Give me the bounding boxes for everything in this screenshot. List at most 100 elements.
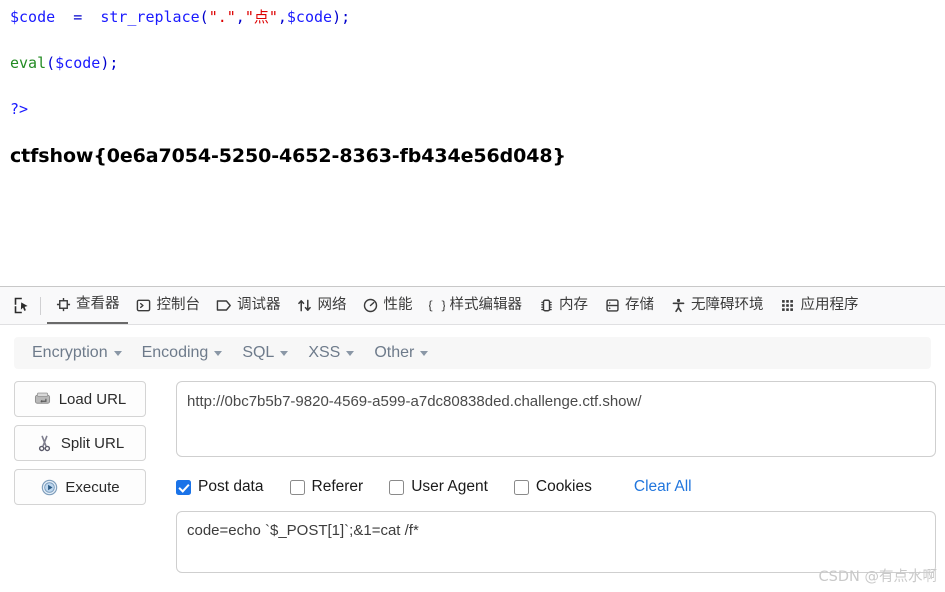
- chevron-down-icon: [420, 350, 429, 356]
- clear-all-link[interactable]: Clear All: [634, 478, 692, 496]
- url-input[interactable]: [176, 381, 936, 457]
- hackbar-fields: Post data Referer User Agent Cookies Clear …: [176, 381, 936, 578]
- code-token: $code: [286, 8, 333, 26]
- code-token: $code: [10, 8, 56, 26]
- devtools-tab-label: 调试器: [237, 297, 281, 314]
- browser-page-content: $code = str_replace(".","点",$code); eval(…: [0, 0, 945, 286]
- hackbar-menubar: Encryption Encoding SQL XSS Other: [14, 337, 931, 369]
- tab-console[interactable]: 控制台: [128, 288, 209, 324]
- code-token: (: [199, 8, 209, 26]
- load-url-icon: [34, 390, 52, 408]
- code-token: (: [46, 54, 56, 72]
- tab-memory[interactable]: 内存: [530, 288, 596, 324]
- hackbar-menu-label: Encoding: [141, 344, 209, 361]
- svg-text:{ }: { }: [429, 298, 445, 312]
- hackbar-menu-label: XSS: [308, 344, 341, 361]
- debugger-icon: [216, 298, 232, 314]
- code-token: eval: [10, 54, 47, 72]
- inspector-icon: [55, 297, 71, 313]
- code-token: ): [100, 54, 110, 72]
- code-token: ,: [277, 8, 287, 26]
- menu-other[interactable]: Other: [364, 341, 438, 365]
- hackbar-action-buttons: Load URL Split URL Execute: [14, 381, 146, 513]
- storage-icon: [604, 298, 620, 314]
- performance-icon: [363, 298, 379, 314]
- hackbar-menu-label: Other: [374, 344, 415, 361]
- chevron-down-icon: [113, 350, 122, 356]
- chevron-down-icon: [280, 350, 289, 356]
- devtools-tab-label: 无障碍环境: [691, 297, 764, 314]
- tab-style-editor[interactable]: { } 样式编辑器: [421, 288, 531, 324]
- hackbar-button-label: Split URL: [60, 434, 125, 452]
- network-icon: [297, 298, 313, 314]
- checkbox-cookies[interactable]: Cookies: [513, 478, 592, 496]
- code-token: "点": [244, 8, 278, 26]
- element-picker-icon[interactable]: [8, 293, 36, 319]
- code-line: $code = str_replace(".","点",$code);: [10, 6, 350, 29]
- code-token: ): [332, 8, 342, 26]
- hackbar-panel: Encryption Encoding SQL XSS Other Load URL S…: [0, 325, 945, 592]
- menu-encoding[interactable]: Encoding: [132, 341, 233, 365]
- devtools-tab-label: 内存: [559, 297, 588, 314]
- csdn-watermark: CSDN @有点水啊: [818, 569, 937, 585]
- option-label: User Agent: [411, 478, 488, 495]
- menu-sql[interactable]: SQL: [232, 341, 298, 365]
- flag-output: ctfshow{0e6a7054-5250-4652-8363-fb434e56…: [10, 145, 566, 167]
- hackbar-menu-label: SQL: [242, 344, 275, 361]
- option-label: Cookies: [535, 478, 592, 495]
- devtools-tab-label: 性能: [383, 297, 413, 314]
- devtools-toolbar: 查看器 控制台 调试器 网络 性能 { } 样式编辑器 内存 存储 无障碍环境 应用程序: [0, 287, 945, 325]
- split-url-icon: [36, 434, 54, 452]
- code-token: =: [73, 8, 83, 26]
- application-icon: [780, 298, 796, 314]
- tab-inspector[interactable]: 查看器: [47, 288, 128, 324]
- checkbox-checked-icon[interactable]: [176, 479, 191, 495]
- devtools-panel: 查看器 控制台 调试器 网络 性能 { } 样式编辑器 内存 存储 无障碍环境 应用程序 Encry…: [0, 286, 945, 592]
- toolbar-divider: [40, 296, 41, 315]
- checkbox-unchecked-icon[interactable]: [389, 479, 405, 495]
- code-token: ?>: [10, 100, 29, 118]
- checkbox-unchecked-icon[interactable]: [513, 479, 529, 495]
- code-token: $code: [55, 54, 101, 72]
- checkbox-unchecked-icon[interactable]: [289, 479, 305, 495]
- chevron-down-icon: [214, 350, 223, 356]
- tab-debugger[interactable]: 调试器: [208, 288, 289, 324]
- memory-icon: [538, 298, 554, 314]
- split-url-button[interactable]: Split URL: [14, 425, 146, 461]
- menu-encryption[interactable]: Encryption: [22, 341, 132, 365]
- tab-network[interactable]: 网络: [289, 288, 355, 324]
- tab-application[interactable]: 应用程序: [772, 288, 867, 324]
- code-token: ,: [235, 8, 245, 26]
- hackbar-button-label: Load URL: [58, 390, 127, 408]
- menu-xss[interactable]: XSS: [298, 341, 364, 365]
- hackbar-button-label: Execute: [65, 478, 120, 496]
- code-token: ;: [109, 54, 119, 72]
- code-token: ".": [208, 8, 236, 26]
- code-line: ?>: [10, 98, 350, 121]
- checkbox-user-agent[interactable]: User Agent: [389, 478, 488, 496]
- load-url-button[interactable]: Load URL: [14, 381, 146, 417]
- option-label: Referer: [311, 478, 364, 495]
- execute-icon: [40, 478, 58, 496]
- option-label: Post data: [198, 478, 264, 495]
- checkbox-referer[interactable]: Referer: [289, 478, 364, 496]
- execute-button[interactable]: Execute: [14, 469, 146, 505]
- tab-storage[interactable]: 存储: [596, 288, 662, 324]
- devtools-tab-label: 网络: [317, 297, 347, 314]
- tab-accessibility[interactable]: 无障碍环境: [662, 288, 772, 324]
- devtools-tab-label: 样式编辑器: [449, 297, 523, 314]
- chevron-down-icon: [346, 350, 355, 356]
- tab-performance[interactable]: 性能: [355, 288, 421, 324]
- checkbox-post-data[interactable]: Post data: [176, 478, 264, 496]
- hackbar-options-row: Post data Referer User Agent Cookies Clear …: [176, 476, 936, 498]
- php-source-code: $code = str_replace(".","点",$code); eval(…: [10, 6, 350, 144]
- post-data-input[interactable]: [176, 511, 936, 573]
- code-token: ;: [341, 8, 351, 26]
- accessibility-icon: [670, 298, 686, 314]
- style-editor-icon: { }: [429, 298, 445, 314]
- devtools-tab-label: 应用程序: [800, 297, 859, 314]
- hackbar-menu-label: Encryption: [32, 344, 108, 361]
- devtools-tab-label: 查看器: [76, 296, 120, 313]
